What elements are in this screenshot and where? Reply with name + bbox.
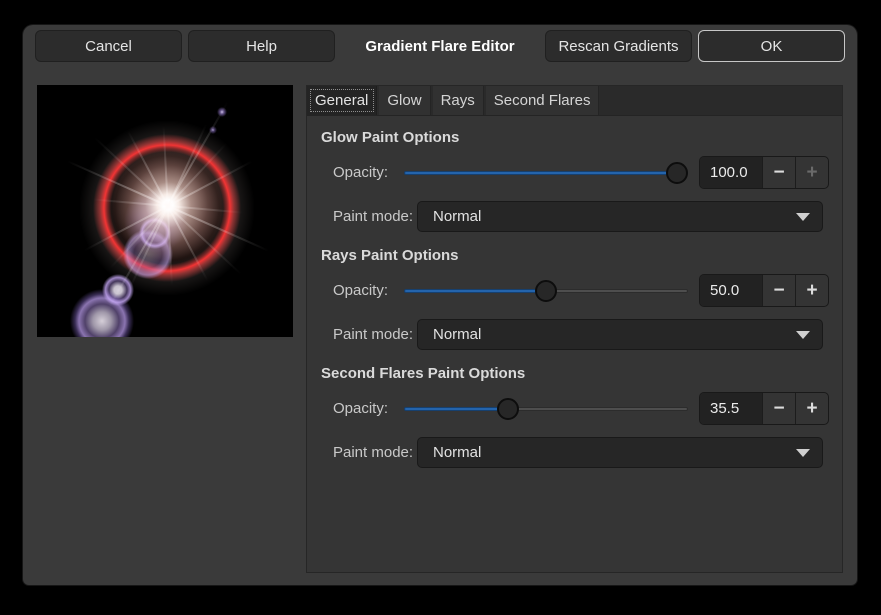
paint-mode-value: Normal xyxy=(433,326,796,343)
dialog-title: Gradient Flare Editor xyxy=(338,38,542,55)
plus-button[interactable]: + xyxy=(795,157,828,188)
opacity-label: Opacity: xyxy=(333,400,404,417)
opacity-label: Opacity: xyxy=(333,282,404,299)
rays-opacity-spinbox: − + xyxy=(699,274,829,307)
opacity-row: Opacity: − + xyxy=(333,157,842,188)
opacity-row: Opacity: − + xyxy=(333,275,842,306)
rescan-gradients-button[interactable]: Rescan Gradients xyxy=(545,30,692,62)
glow-opacity-spinbox: − + xyxy=(699,156,829,189)
tab-bar: General Glow Rays Second Flares xyxy=(307,86,842,116)
glow-paint-options-section: Glow Paint Options Opacity: − + P xyxy=(307,128,842,232)
rays-paint-options-section: Rays Paint Options Opacity: − + P xyxy=(307,246,842,350)
paint-mode-label: Paint mode: xyxy=(333,208,417,225)
ok-button[interactable]: OK xyxy=(698,30,845,62)
opacity-row: Opacity: − + xyxy=(333,393,842,424)
chevron-down-icon xyxy=(796,449,810,457)
paint-mode-row: Paint mode: Normal xyxy=(333,201,842,232)
glow-paint-mode-dropdown[interactable]: Normal xyxy=(417,201,823,232)
slider-fill xyxy=(404,171,688,175)
rays-opacity-input[interactable] xyxy=(700,275,762,306)
paint-mode-row: Paint mode: Normal xyxy=(333,437,842,468)
headerbar: Cancel Help Gradient Flare Editor Rescan… xyxy=(23,25,857,67)
tab-rays[interactable]: Rays xyxy=(433,86,484,115)
glow-opacity-slider[interactable] xyxy=(404,157,688,188)
paint-mode-value: Normal xyxy=(433,208,796,225)
section-title: Glow Paint Options xyxy=(321,128,842,148)
paint-mode-row: Paint mode: Normal xyxy=(333,319,842,350)
help-button[interactable]: Help xyxy=(188,30,335,62)
slider-fill xyxy=(404,407,505,411)
rays-opacity-slider[interactable] xyxy=(404,275,688,306)
section-title: Second Flares Paint Options xyxy=(321,364,842,384)
paint-mode-label: Paint mode: xyxy=(333,444,417,461)
slider-knob[interactable] xyxy=(497,398,519,420)
minus-button[interactable]: − xyxy=(762,157,795,188)
tab-glow[interactable]: Glow xyxy=(379,86,430,115)
minus-button[interactable]: − xyxy=(762,393,795,424)
chevron-down-icon xyxy=(796,213,810,221)
desktop: { "window": { "title": "Gradient Flare E… xyxy=(0,0,881,615)
second-flares-paint-options-section: Second Flares Paint Options Opacity: − + xyxy=(307,364,842,468)
cancel-button[interactable]: Cancel xyxy=(35,30,182,62)
slider-knob[interactable] xyxy=(535,280,557,302)
second-flares-opacity-slider[interactable] xyxy=(404,393,688,424)
general-tab-content: Glow Paint Options Opacity: − + P xyxy=(307,116,842,468)
section-title: Rays Paint Options xyxy=(321,246,842,266)
tab-second-flares[interactable]: Second Flares xyxy=(486,86,600,115)
chevron-down-icon xyxy=(796,331,810,339)
plus-button[interactable]: + xyxy=(795,393,828,424)
gradient-flare-editor-dialog: Cancel Help Gradient Flare Editor Rescan… xyxy=(23,25,857,585)
paint-mode-value: Normal xyxy=(433,444,796,461)
plus-button[interactable]: + xyxy=(795,275,828,306)
slider-knob[interactable] xyxy=(666,162,688,184)
second-flares-opacity-input[interactable] xyxy=(700,393,762,424)
second-flares-opacity-spinbox: − + xyxy=(699,392,829,425)
minus-button[interactable]: − xyxy=(762,275,795,306)
flare-preview xyxy=(37,85,293,337)
glow-opacity-input[interactable] xyxy=(700,157,762,188)
rays-paint-mode-dropdown[interactable]: Normal xyxy=(417,319,823,350)
tab-general[interactable]: General xyxy=(307,86,377,115)
editor-panel: General Glow Rays Second Flares Glow Pai… xyxy=(306,85,843,573)
slider-fill xyxy=(404,289,546,293)
opacity-label: Opacity: xyxy=(333,164,404,181)
second-flares-paint-mode-dropdown[interactable]: Normal xyxy=(417,437,823,468)
paint-mode-label: Paint mode: xyxy=(333,326,417,343)
